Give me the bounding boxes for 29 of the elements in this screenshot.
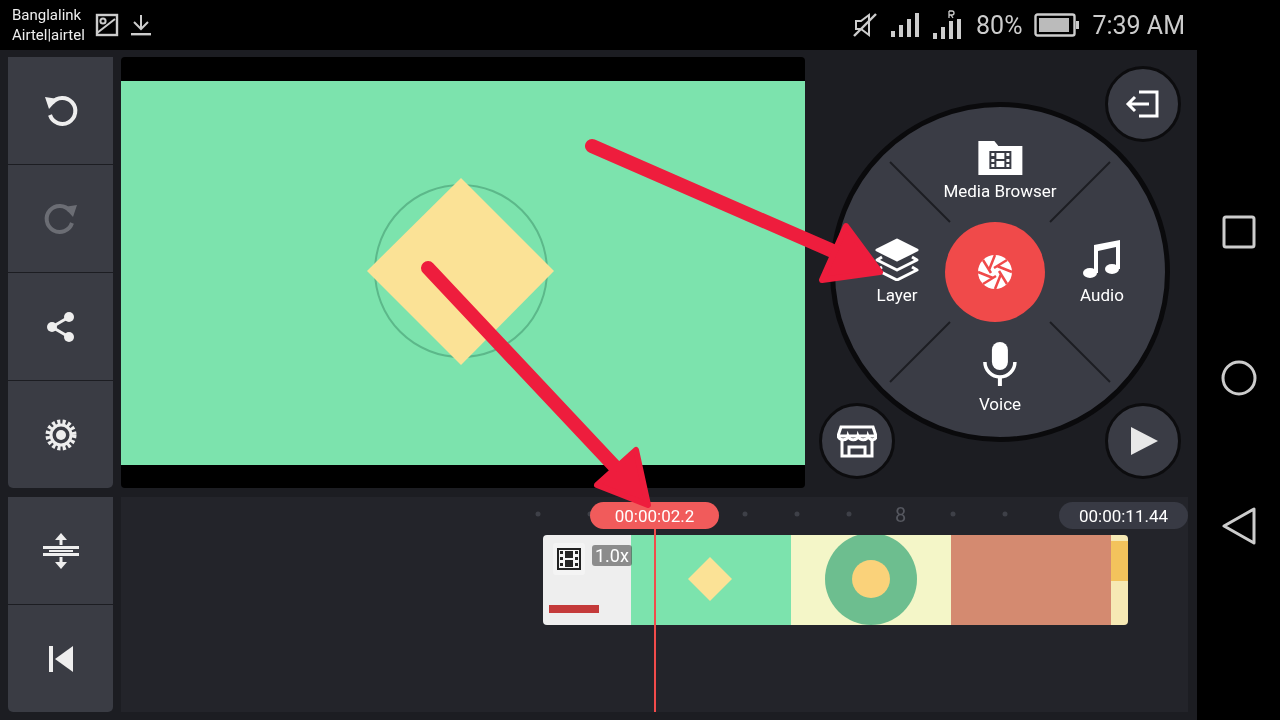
back-icon[interactable] xyxy=(1220,506,1257,545)
share-button[interactable] xyxy=(8,273,113,380)
carrier-name: Banglalink xyxy=(12,5,83,25)
clip-speed: 1.0x xyxy=(592,545,632,566)
film-icon xyxy=(553,543,585,575)
recent-apps-icon[interactable] xyxy=(1221,215,1256,250)
signal-icon xyxy=(890,12,921,38)
skip-to-start-button[interactable] xyxy=(8,605,113,712)
shutter-icon xyxy=(975,252,1015,292)
total-time: 00:00:11.44 xyxy=(1059,502,1188,529)
layer-menu-item[interactable]: Layer xyxy=(873,237,921,305)
home-icon[interactable] xyxy=(1220,360,1257,396)
carrier-name: Airtel|airtel xyxy=(12,25,85,45)
layers-icon xyxy=(873,237,921,281)
battery-percent: 80% xyxy=(976,10,1023,40)
current-time: 00:00:02.2 xyxy=(590,502,719,529)
download-icon xyxy=(128,13,153,37)
settings-button[interactable] xyxy=(8,381,113,488)
audio-menu-item[interactable]: Audio xyxy=(1080,237,1124,305)
divider-line xyxy=(889,321,951,383)
battery-icon xyxy=(1034,13,1081,37)
mute-icon xyxy=(852,12,879,38)
media-menu-item[interactable]: Media Browser xyxy=(943,135,1057,201)
image-icon xyxy=(94,13,119,37)
divider-line xyxy=(1049,321,1111,383)
store-icon xyxy=(837,423,877,459)
clock: 7:39 AM xyxy=(1092,10,1185,40)
voice-menu-item[interactable]: Voice xyxy=(978,340,1022,414)
undo-button[interactable] xyxy=(8,57,113,164)
